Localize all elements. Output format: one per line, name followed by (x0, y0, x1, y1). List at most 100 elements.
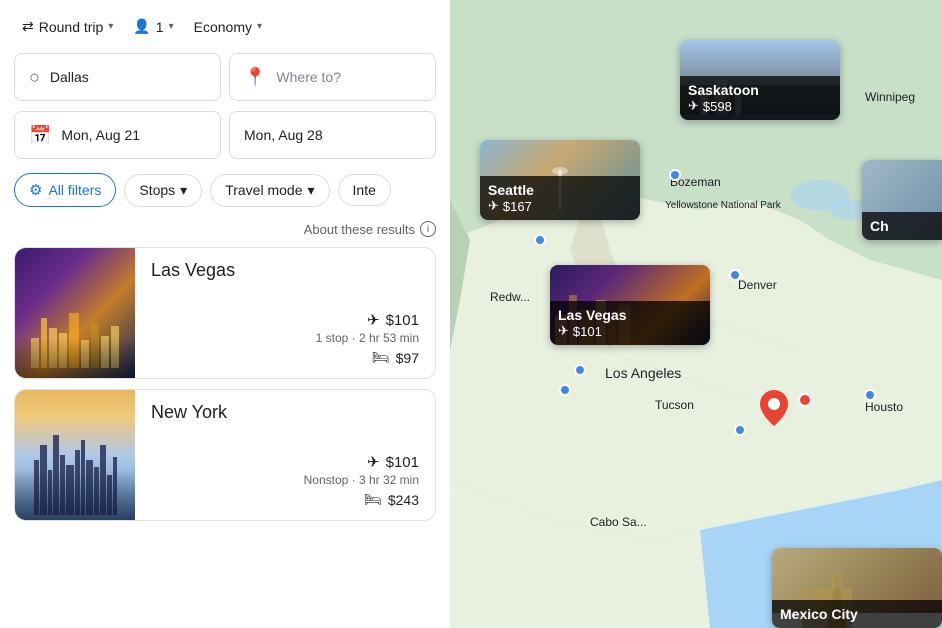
newyork-thumbnail (15, 390, 135, 520)
destination-input[interactable] (276, 69, 421, 85)
newyork-card-body: New York ✈ $101 Nonstop · 3 hr 32 min 🛏 … (135, 390, 435, 520)
newyork-flight-price-row: ✈ $101 (151, 453, 419, 471)
left-panel: ⇄ Round trip ▾ 👤 1 ▾ Economy ▾ ○ Dallas … (0, 0, 450, 628)
map-pin-sf[interactable] (534, 234, 546, 246)
map-pin-arizona[interactable] (559, 384, 571, 396)
origin-input[interactable]: Dallas (50, 69, 206, 85)
seattle-plane-icon: ✈ (488, 198, 499, 214)
lasvegas-skyline (15, 308, 135, 368)
dallas-main-pin[interactable] (760, 390, 788, 431)
cabin-chevron: ▾ (257, 21, 262, 32)
mexicocity-map-thumb: Mexico City (772, 548, 942, 628)
newyork-flight-detail: Nonstop · 3 hr 32 min (151, 473, 419, 487)
result-card-lasvegas[interactable]: Las Vegas ✈ $101 1 stop · 2 hr 53 min 🛏 … (14, 247, 436, 379)
about-results-text: About these results (304, 222, 415, 237)
newyork-hotel-price: $243 (388, 492, 419, 508)
origin-field[interactable]: ○ Dallas (14, 53, 221, 101)
date-from-label: Mon, Aug 21 (61, 127, 140, 143)
lasvegas-map-price-value: $101 (573, 324, 602, 339)
lasvegas-thumbnail (15, 248, 135, 378)
date-to-field[interactable]: Mon, Aug 28 (229, 111, 436, 159)
stops-filter-button[interactable]: Stops ▾ (124, 174, 202, 207)
travel-mode-label: Travel mode (225, 182, 302, 198)
lasvegas-flight-detail: 1 stop · 2 hr 53 min (151, 331, 419, 345)
top-controls: ⇄ Round trip ▾ 👤 1 ▾ Economy ▾ (14, 12, 436, 41)
map-pin-bozeman[interactable] (669, 169, 681, 181)
all-filters-label: All filters (48, 182, 101, 198)
saskatoon-card-price: ✈ $598 (688, 98, 832, 114)
date-to-label: Mon, Aug 28 (244, 127, 323, 143)
seattle-card-city: Seattle (488, 182, 632, 198)
lasvegas-card-body: Las Vegas ✈ $101 1 stop · 2 hr 53 min 🛏 … (135, 248, 435, 378)
round-trip-label: Round trip (39, 19, 104, 35)
lasvegas-map-card-info: Las Vegas ✈ $101 (550, 301, 710, 345)
passengers-button[interactable]: 👤 1 ▾ (125, 12, 181, 41)
about-results: About these results i (14, 221, 436, 237)
seattle-card-info: Seattle ✈ $167 (480, 176, 640, 220)
inte-filter-button[interactable]: Inte (338, 174, 391, 206)
newyork-flight-price: $101 (386, 454, 419, 471)
passengers-label: 1 (156, 19, 164, 35)
seattle-price-value: $167 (503, 199, 532, 214)
search-inputs: ○ Dallas 📍 (14, 53, 436, 101)
info-icon[interactable]: i (420, 221, 436, 237)
cabin-class-label: Economy (194, 19, 252, 35)
map-card-seattle[interactable]: Seattle ✈ $167 (480, 140, 640, 220)
map-pin-mexico-dot[interactable] (734, 424, 746, 436)
lasvegas-map-card-city: Las Vegas (558, 307, 702, 323)
result-card-newyork[interactable]: New York ✈ $101 Nonstop · 3 hr 32 min 🛏 … (14, 389, 436, 521)
saskatoon-map-thumb: Saskatoon ✈ $598 (680, 40, 840, 120)
inte-label: Inte (353, 182, 376, 198)
map-pin-houston[interactable] (864, 389, 876, 401)
plane-icon-ny: ✈ (367, 453, 380, 471)
map-card-saskatoon[interactable]: Saskatoon ✈ $598 (680, 40, 840, 120)
hotel-icon-lv: 🛏 (372, 349, 390, 366)
round-trip-icon: ⇄ (22, 18, 34, 35)
newyork-skyline (15, 435, 135, 515)
lasvegas-hotel-price-row: 🛏 $97 (151, 349, 419, 366)
newyork-city-name: New York (151, 402, 419, 423)
destination-pin-icon: 📍 (244, 67, 266, 88)
map-card-mexicocity[interactable]: Mexico City (772, 548, 942, 628)
seattle-card-price: ✈ $167 (488, 198, 632, 214)
lasvegas-map-thumb: Las Vegas ✈ $101 (550, 265, 710, 345)
map-card-lasvegas[interactable]: Las Vegas ✈ $101 (550, 265, 710, 345)
filter-sliders-icon: ⚙ (29, 181, 42, 199)
date-row: 📅 Mon, Aug 21 Mon, Aug 28 (14, 111, 436, 159)
lasvegas-map-plane-icon: ✈ (558, 323, 569, 339)
ch-card-city: Ch (870, 218, 934, 234)
mexicocity-card-info: Mexico City (772, 600, 942, 628)
round-trip-button[interactable]: ⇄ Round trip ▾ (14, 12, 121, 41)
lasvegas-city-name: Las Vegas (151, 260, 419, 281)
newyork-hotel-price-row: 🛏 $243 (151, 491, 419, 508)
calendar-icon-from: 📅 (29, 125, 51, 146)
origin-circle-icon: ○ (29, 67, 40, 88)
destination-field[interactable]: 📍 (229, 53, 436, 101)
date-from-field[interactable]: 📅 Mon, Aug 21 (14, 111, 221, 159)
map-card-ch[interactable]: Ch (862, 160, 942, 240)
map-panel: Portland Bozeman Yellowstone National Pa… (450, 0, 942, 628)
map-pin-denver[interactable] (729, 269, 741, 281)
lasvegas-hotel-price: $97 (396, 350, 419, 366)
cabin-class-button[interactable]: Economy ▾ (186, 13, 270, 41)
all-filters-button[interactable]: ⚙ All filters (14, 173, 116, 207)
lasvegas-map-card-price: ✈ $101 (558, 323, 702, 339)
filters-row: ⚙ All filters Stops ▾ Travel mode ▾ Inte (14, 173, 436, 207)
passenger-icon: 👤 (133, 18, 150, 35)
round-trip-chevron: ▾ (108, 21, 113, 32)
saskatoon-card-city: Saskatoon (688, 82, 832, 98)
plane-icon-lv: ✈ (367, 311, 380, 329)
saskatoon-plane-icon: ✈ (688, 98, 699, 114)
secondary-pin[interactable] (798, 393, 812, 407)
lasvegas-flight-price-row: ✈ $101 (151, 311, 419, 329)
ch-card-info: Ch (862, 212, 942, 240)
stops-label: Stops (139, 182, 175, 198)
lasvegas-flight-price: $101 (386, 312, 419, 329)
travel-mode-chevron: ▾ (308, 182, 315, 199)
passengers-chevron: ▾ (169, 21, 174, 32)
saskatoon-card-info: Saskatoon ✈ $598 (680, 76, 840, 120)
seattle-map-thumb: Seattle ✈ $167 (480, 140, 640, 220)
travel-mode-filter-button[interactable]: Travel mode ▾ (210, 174, 329, 207)
map-pin-la[interactable] (574, 364, 586, 376)
stops-chevron: ▾ (180, 182, 187, 199)
